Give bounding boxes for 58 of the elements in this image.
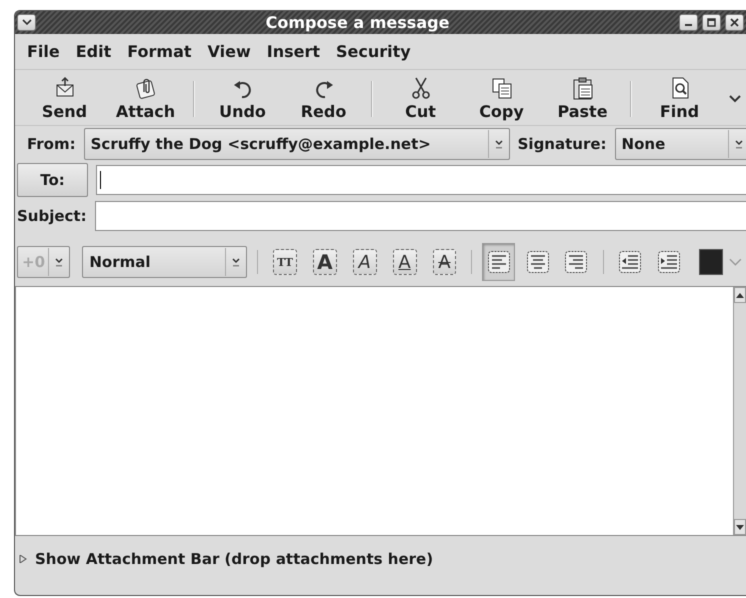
to-field[interactable] (96, 165, 746, 195)
text-cursor (100, 171, 101, 189)
bold-button[interactable]: A (312, 249, 337, 275)
toolbar-button[interactable]: Copy (461, 76, 542, 121)
menu-item[interactable]: Insert (258, 40, 328, 63)
menu-item[interactable]: Security (328, 40, 419, 63)
indent-icon (658, 251, 680, 273)
window-menu-button[interactable] (17, 14, 36, 31)
align-button[interactable] (482, 243, 516, 281)
dropdown-arrow-icon (735, 140, 743, 148)
italic-button[interactable]: A (352, 249, 377, 275)
subject-field[interactable] (94, 201, 746, 231)
dropdown-arrow-icon (494, 140, 503, 148)
close-icon (730, 18, 739, 27)
toolbar-button[interactable]: Undo (202, 76, 283, 121)
toolbar-button[interactable]: Attach (105, 76, 186, 121)
scroll-down-icon (736, 524, 744, 530)
font-size-button[interactable]: TT (273, 249, 297, 275)
toolbar-button[interactable]: Paste (542, 76, 623, 121)
from-label: From: (26, 135, 76, 153)
maximize-button[interactable] (702, 14, 721, 31)
clipboard-icon (572, 76, 594, 100)
signature-dropdown[interactable]: None (614, 128, 746, 160)
maximize-icon (707, 18, 716, 27)
align-center-icon (526, 251, 549, 273)
window-title: Compose a message (264, 13, 450, 32)
signature-label: Signature: (518, 135, 607, 153)
to-button[interactable]: To: (17, 163, 88, 197)
menu-item[interactable]: Format (119, 40, 200, 63)
toolbar-button[interactable]: Redo (283, 76, 364, 121)
menu-item[interactable]: Edit (68, 40, 120, 63)
chevron-icon (22, 19, 32, 26)
text-color-swatch[interactable] (699, 249, 724, 275)
paragraph-style-dropdown[interactable]: Normal (82, 246, 248, 278)
outdent-icon (619, 251, 642, 273)
chevron-icon (728, 94, 742, 104)
menu-item[interactable]: File (19, 40, 68, 63)
copy-icon (490, 76, 512, 100)
underline-button[interactable]: A (392, 249, 416, 275)
paperclip-icon (134, 76, 156, 100)
scissors-icon (410, 76, 432, 100)
strikethrough-button[interactable]: A (432, 249, 456, 275)
minimize-button[interactable] (679, 14, 698, 31)
from-dropdown[interactable]: Scruffy the Dog <scruffy@example.net> (84, 128, 510, 160)
dropdown-arrow-icon (55, 258, 64, 266)
align-left-icon (488, 251, 510, 273)
close-button[interactable] (725, 14, 744, 31)
subject-label: Subject: (17, 207, 87, 225)
align-right-icon (565, 251, 588, 273)
toolbar-button[interactable]: Find (639, 76, 720, 121)
vertical-scrollbar[interactable] (733, 287, 746, 535)
toolbar-button[interactable]: Send (24, 76, 105, 121)
toolbar-button[interactable]: Cut (380, 76, 461, 121)
dropdown-arrow-icon (232, 258, 240, 266)
menu-item[interactable]: View (200, 40, 259, 63)
scroll-up-icon (736, 292, 744, 298)
attachment-bar-toggle[interactable]: Show Attachment Bar (drop attachments here) (35, 550, 434, 568)
chevron-icon (729, 257, 742, 267)
